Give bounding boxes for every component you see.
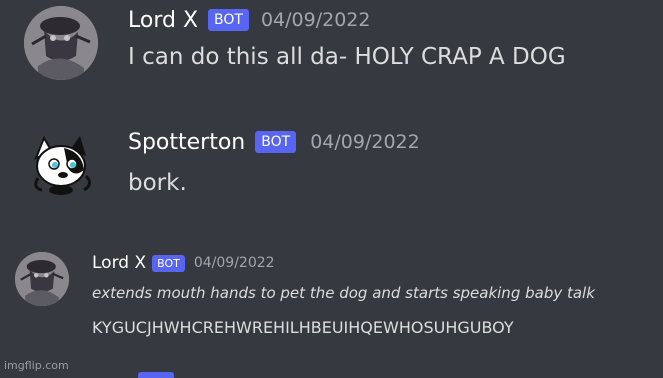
timestamp: 04/09/2022 [193, 255, 275, 271]
creature-avatar-icon [24, 6, 98, 80]
user-avatar[interactable] [15, 252, 69, 306]
message-text: KYGUCJHWHCREHWREHILHBEUIHQEWHOSUHGUBOY [92, 318, 514, 337]
partial-bot-badge [138, 372, 174, 378]
message-text: bork. [128, 170, 187, 196]
watermark: imgflip.com [4, 359, 69, 372]
creature-avatar-icon [15, 252, 69, 306]
username[interactable]: Spotterton [128, 130, 245, 155]
message-header: Spotterton BOT 04/09/2022 [128, 126, 420, 158]
user-avatar[interactable] [24, 6, 98, 80]
dog-avatar-icon [24, 128, 98, 202]
timestamp: 04/09/2022 [260, 9, 371, 31]
message-header: Lord X BOT 04/09/2022 [128, 4, 370, 36]
username[interactable]: Lord X [92, 253, 146, 273]
message-header: Lord X BOT 04/09/2022 [92, 251, 275, 275]
username[interactable]: Lord X [128, 8, 198, 33]
bot-badge: BOT [255, 131, 297, 153]
message-text: I can do this all da- HOLY CRAP A DOG [128, 44, 566, 70]
bot-badge: BOT [152, 254, 185, 272]
timestamp: 04/09/2022 [310, 131, 420, 153]
message-action-text: extends mouth hands to pet the dog and s… [92, 284, 595, 302]
user-avatar[interactable] [24, 128, 98, 202]
bot-badge: BOT [208, 9, 249, 31]
